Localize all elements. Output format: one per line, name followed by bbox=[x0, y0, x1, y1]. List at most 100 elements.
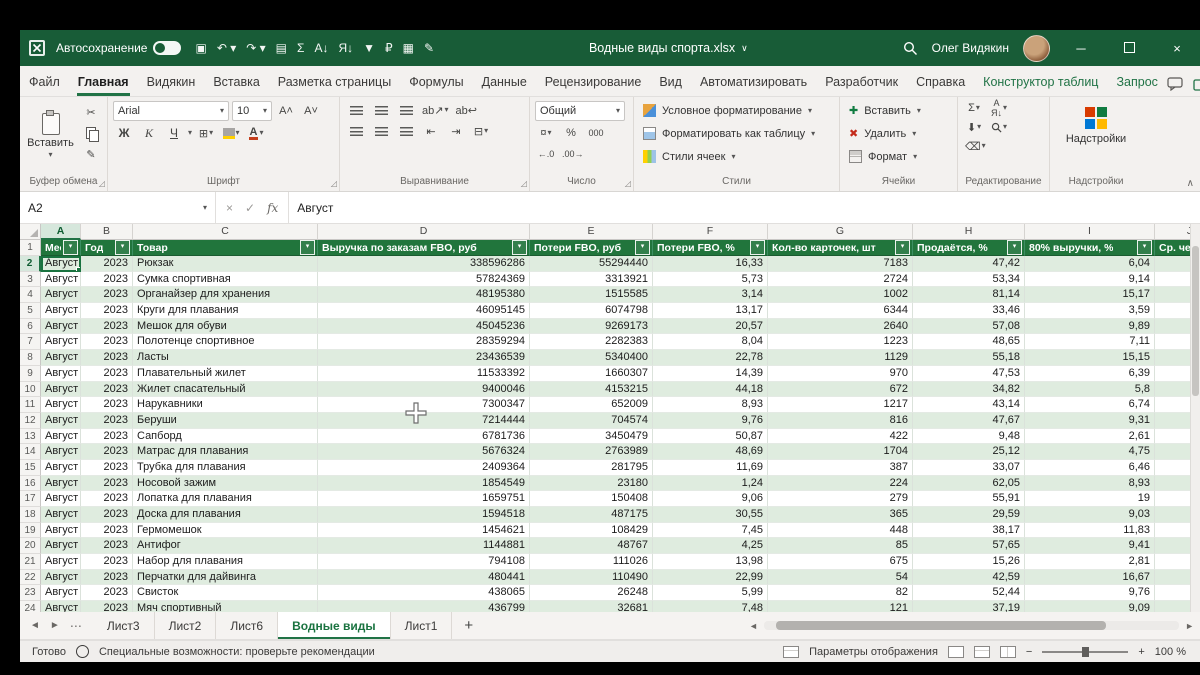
cell[interactable]: 3450479 bbox=[530, 428, 653, 445]
cell[interactable]: 652009 bbox=[530, 397, 653, 413]
cell[interactable]: 108429 bbox=[530, 522, 653, 539]
cell[interactable]: 6,39 bbox=[1025, 365, 1155, 382]
dialog-launcher-icon[interactable]: ◿ bbox=[521, 179, 527, 188]
row-header[interactable]: 4 bbox=[20, 287, 41, 304]
cell[interactable]: Август bbox=[41, 428, 81, 445]
ribbon-tab[interactable]: Разметка страницы bbox=[269, 69, 400, 96]
row-header[interactable]: 6 bbox=[20, 318, 41, 335]
cell[interactable]: 23180 bbox=[530, 475, 653, 492]
cell[interactable]: 7183 bbox=[768, 256, 913, 272]
row-header[interactable]: 24 bbox=[20, 601, 41, 612]
table-header-cell[interactable]: Выручка по заказам FBO, руб ▾ bbox=[318, 240, 530, 256]
cell[interactable]: 2282383 bbox=[530, 334, 653, 351]
cell[interactable]: Перчатки для дайвинга bbox=[133, 569, 318, 586]
align-middle-icon[interactable] bbox=[370, 101, 392, 119]
column-header[interactable]: H bbox=[913, 224, 1025, 240]
insert-function-icon[interactable]: fx bbox=[267, 201, 278, 215]
cell[interactable]: Ласты bbox=[133, 350, 318, 366]
row-header[interactable]: 20 bbox=[20, 538, 41, 555]
dialog-launcher-icon[interactable]: ◿ bbox=[331, 179, 337, 188]
merge-center-icon[interactable]: ⊟ ▾ bbox=[470, 122, 492, 140]
cell[interactable]: 7300347 bbox=[318, 397, 530, 413]
cell[interactable]: Жилет спасательный bbox=[133, 381, 318, 398]
cell[interactable]: 11,83 bbox=[1025, 522, 1155, 539]
cell[interactable]: Август bbox=[41, 538, 81, 555]
sheet-prev-icon[interactable]: ◄ bbox=[30, 620, 40, 631]
sort-asc-icon[interactable]: А↓ bbox=[314, 42, 328, 54]
row-header[interactable]: 23 bbox=[20, 585, 41, 602]
column-header[interactable]: D bbox=[318, 224, 530, 240]
cell[interactable]: 26248 bbox=[530, 585, 653, 602]
cell[interactable]: 85 bbox=[768, 538, 913, 555]
row-header[interactable]: 14 bbox=[20, 444, 41, 460]
row-header[interactable]: 16 bbox=[20, 475, 41, 492]
row-header[interactable]: 15 bbox=[20, 459, 41, 476]
cell[interactable]: 2023 bbox=[81, 475, 133, 492]
paste-icon[interactable]: ▦ bbox=[403, 42, 414, 54]
comma-style-icon[interactable]: 000 bbox=[585, 124, 607, 142]
cell[interactable]: 438065 bbox=[318, 585, 530, 602]
row-header[interactable]: 19 bbox=[20, 522, 41, 539]
orientation-icon[interactable]: ab↗ ▾ bbox=[420, 101, 450, 119]
cell[interactable]: 1144881 bbox=[318, 538, 530, 555]
cell[interactable]: Август bbox=[41, 491, 81, 507]
cell[interactable]: 15,15 bbox=[1025, 350, 1155, 366]
ribbon-tab[interactable]: Главная bbox=[69, 69, 138, 96]
cell[interactable]: Нарукавники bbox=[133, 397, 318, 413]
number-format-select[interactable]: Общий ▾ bbox=[535, 101, 625, 121]
ribbon-tab[interactable]: Рецензирование bbox=[536, 69, 651, 96]
cell[interactable]: 150408 bbox=[530, 491, 653, 507]
cell[interactable]: 2023 bbox=[81, 459, 133, 476]
filter-icon[interactable]: ▾ bbox=[115, 240, 130, 255]
sheet-tab[interactable]: Лист1 bbox=[391, 612, 453, 639]
hscroll-right-icon[interactable]: ► bbox=[1185, 621, 1194, 631]
cell[interactable]: 675 bbox=[768, 554, 913, 570]
cell[interactable]: 46095145 bbox=[318, 303, 530, 319]
cell[interactable]: 48,69 bbox=[653, 444, 768, 460]
cell[interactable]: 2,81 bbox=[1025, 554, 1155, 570]
page-break-view-icon[interactable] bbox=[999, 645, 1016, 658]
cell[interactable]: 2409364 bbox=[318, 459, 530, 476]
decrease-font-icon[interactable]: А˅ bbox=[300, 102, 322, 120]
horizontal-scrollbar-thumb[interactable] bbox=[775, 621, 1106, 630]
cell[interactable]: 9,31 bbox=[1025, 412, 1155, 429]
minimize-button[interactable]: ─ bbox=[1064, 41, 1098, 56]
borders-icon[interactable]: ⊞ ▾ bbox=[195, 124, 217, 142]
row-header[interactable]: 1 bbox=[20, 240, 41, 256]
cell[interactable]: Август bbox=[41, 271, 81, 288]
clear-icon[interactable]: ⌫ ▾ bbox=[963, 137, 988, 155]
paste-button[interactable]: Вставить ▾ bbox=[25, 101, 76, 171]
cell[interactable]: 57,65 bbox=[913, 538, 1025, 555]
cell[interactable]: 48195380 bbox=[318, 287, 530, 304]
cell[interactable]: 9,14 bbox=[1025, 271, 1155, 288]
ribbon-tab[interactable]: Конструктор таблиц bbox=[974, 69, 1107, 96]
cell[interactable]: 6074798 bbox=[530, 303, 653, 319]
cell[interactable]: 25,12 bbox=[913, 444, 1025, 460]
cell[interactable]: 448 bbox=[768, 522, 913, 539]
column-header[interactable]: G bbox=[768, 224, 913, 240]
cell[interactable]: 9,06 bbox=[653, 491, 768, 507]
format-as-table-button[interactable]: Форматировать как таблицу ▾ bbox=[639, 122, 819, 145]
display-settings-icon[interactable] bbox=[783, 645, 800, 658]
cell[interactable]: Лопатка для плавания bbox=[133, 491, 318, 507]
row-header[interactable]: 18 bbox=[20, 507, 41, 523]
cell[interactable]: 4,25 bbox=[653, 538, 768, 555]
cell[interactable]: 436799 bbox=[318, 601, 530, 612]
cell[interactable]: Август bbox=[41, 287, 81, 304]
cell[interactable]: Рюкзак bbox=[133, 256, 318, 272]
cell[interactable]: 2023 bbox=[81, 397, 133, 413]
cell[interactable]: 5,99 bbox=[653, 585, 768, 602]
increase-font-icon[interactable]: А˄ bbox=[275, 102, 297, 120]
filter-icon[interactable]: ▾ bbox=[750, 240, 765, 255]
percent-style-icon[interactable]: % bbox=[560, 124, 582, 142]
cell[interactable]: Август bbox=[41, 334, 81, 351]
ribbon-tab[interactable]: Вставка bbox=[204, 69, 268, 96]
cell[interactable]: 110490 bbox=[530, 569, 653, 586]
table-header-cell[interactable]: Потери FBO, руб ▾ bbox=[530, 240, 653, 256]
cell[interactable]: 1594518 bbox=[318, 507, 530, 523]
hscroll-left-icon[interactable]: ◄ bbox=[749, 621, 758, 631]
cell[interactable]: Набор для плавания bbox=[133, 554, 318, 570]
cell[interactable]: 82 bbox=[768, 585, 913, 602]
cell[interactable]: 7,45 bbox=[653, 522, 768, 539]
filter-icon[interactable]: ▾ bbox=[1137, 240, 1152, 255]
